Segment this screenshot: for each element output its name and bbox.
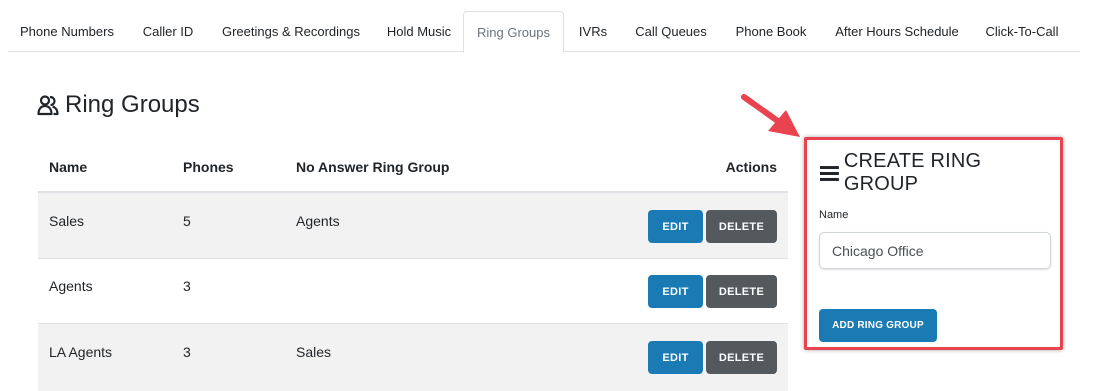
row-no-answer: Sales bbox=[296, 344, 332, 360]
tab-phone-numbers[interactable]: Phone Numbers bbox=[8, 11, 126, 52]
tab-after-hours-schedule[interactable]: After Hours Schedule bbox=[823, 11, 971, 52]
tab-call-queues[interactable]: Call Queues bbox=[623, 11, 719, 52]
row-name: LA Agents bbox=[49, 344, 113, 360]
column-header-no-answer: No Answer Ring Group bbox=[296, 159, 450, 175]
edit-button[interactable]: EDIT bbox=[648, 210, 703, 243]
edit-button[interactable]: EDIT bbox=[648, 341, 703, 374]
tab-caller-id[interactable]: Caller ID bbox=[128, 11, 208, 52]
add-ring-group-button[interactable]: ADD RING GROUP bbox=[819, 309, 937, 342]
create-ring-group-panel: CREATE RING GROUP Name ADD RING GROUP bbox=[804, 137, 1063, 350]
delete-button[interactable]: DELETE bbox=[706, 275, 777, 308]
panel-title: CREATE RING GROUP bbox=[820, 150, 1060, 196]
column-header-name: Name bbox=[49, 159, 88, 175]
arrow-annotation-icon bbox=[741, 94, 800, 137]
page-title-text: Ring Groups bbox=[65, 91, 200, 118]
tab-bar: Phone Numbers Caller ID Greetings & Reco… bbox=[8, 11, 1080, 53]
table-row: Sales 5 Agents EDIT DELETE bbox=[38, 193, 788, 259]
panel-title-text: CREATE RING GROUP bbox=[843, 150, 982, 195]
table-row: Agents 3 EDIT DELETE bbox=[38, 259, 788, 324]
delete-button[interactable]: DELETE bbox=[706, 210, 777, 243]
row-name: Agents bbox=[49, 278, 93, 294]
menu-icon bbox=[820, 166, 839, 181]
row-phones: 3 bbox=[183, 278, 191, 294]
delete-button[interactable]: DELETE bbox=[706, 341, 777, 374]
users-icon bbox=[37, 95, 59, 116]
tab-phone-book[interactable]: Phone Book bbox=[722, 11, 820, 52]
row-phones: 5 bbox=[183, 213, 191, 229]
tab-click-to-call[interactable]: Click-To-Call bbox=[974, 11, 1070, 52]
table-row: LA Agents 3 Sales EDIT DELETE bbox=[38, 324, 788, 391]
tab-greetings-recordings[interactable]: Greetings & Recordings bbox=[212, 11, 370, 52]
name-field-label: Name bbox=[819, 209, 849, 221]
row-no-answer: Agents bbox=[296, 213, 340, 229]
row-phones: 3 bbox=[183, 344, 191, 360]
tab-hold-music[interactable]: Hold Music bbox=[372, 11, 466, 52]
edit-button[interactable]: EDIT bbox=[648, 275, 703, 308]
row-name: Sales bbox=[49, 213, 85, 229]
tab-ring-groups[interactable]: Ring Groups bbox=[463, 11, 564, 53]
tab-ivrs[interactable]: IVRs bbox=[568, 11, 618, 52]
column-header-phones: Phones bbox=[183, 159, 234, 175]
column-header-actions: Actions bbox=[725, 159, 777, 175]
ring-group-name-input[interactable] bbox=[819, 232, 1051, 269]
page-title: Ring Groups bbox=[37, 88, 200, 122]
